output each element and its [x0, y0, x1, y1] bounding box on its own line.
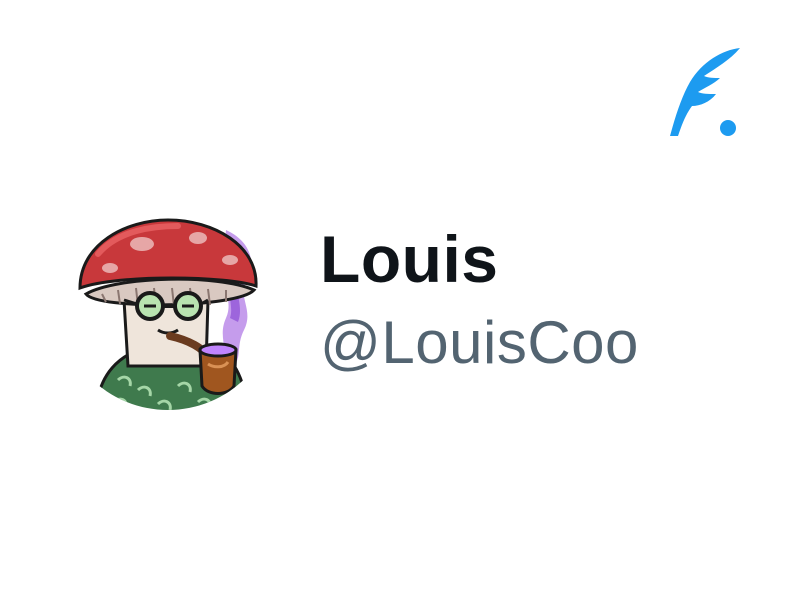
display-name[interactable]: Louis — [320, 226, 639, 292]
avatar[interactable] — [58, 190, 278, 410]
mushroom-character-icon — [58, 190, 278, 410]
profile-header: Louis @LouisCoo — [58, 190, 758, 410]
username-handle[interactable]: @LouisCoo — [320, 312, 639, 374]
profile-card: Louis @LouisCoo — [0, 0, 800, 600]
identity-block: Louis @LouisCoo — [320, 226, 639, 374]
quill-logo-icon[interactable] — [664, 44, 744, 144]
